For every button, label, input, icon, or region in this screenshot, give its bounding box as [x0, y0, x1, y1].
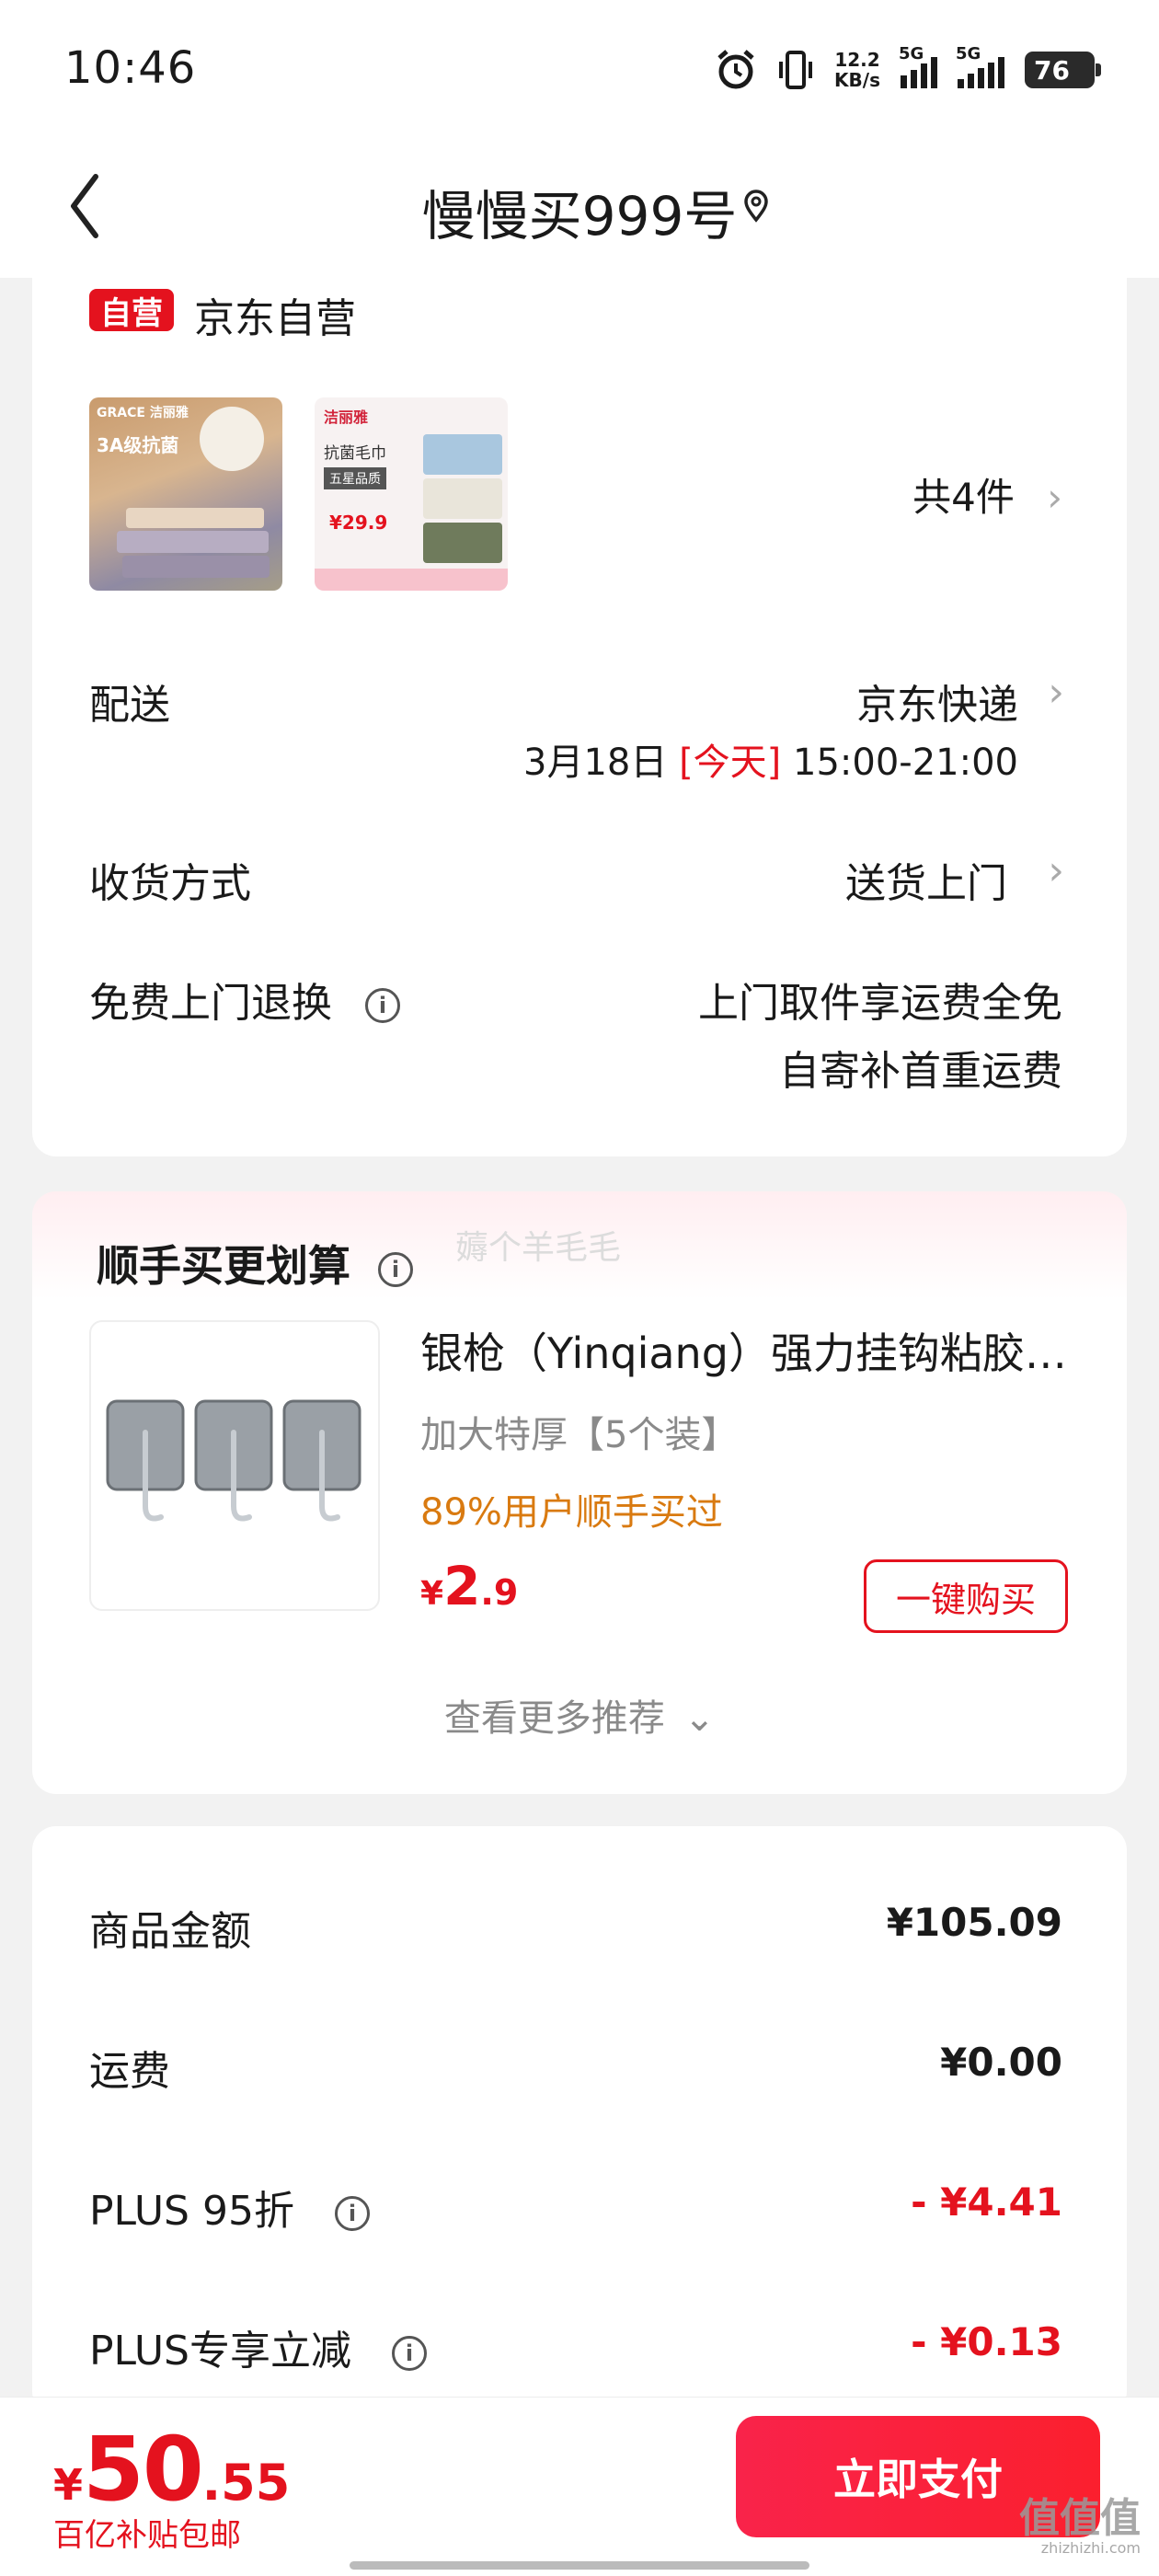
- delivery-method[interactable]: 京东快递: [856, 672, 1018, 730]
- return-line-2: 自寄补首重运费: [779, 1048, 1062, 1095]
- summary-label-shipping: 运费: [89, 2048, 170, 2095]
- product-thumbnail-towel-2[interactable]: 洁丽雅 抗菌毛巾 五星品质 ¥29.9: [315, 397, 508, 591]
- nav-bar: 慢慢买999号: [0, 138, 1159, 278]
- location-pin-icon[interactable]: [742, 190, 770, 223]
- recommend-ghost-text: 薅个羊毛毛: [455, 1229, 622, 1267]
- summary-label-plus-discount: PLUS 95折 i: [89, 2178, 370, 2237]
- delivery-time: 3月18日 [今天] 15:00-21:00: [523, 742, 1018, 784]
- product-name[interactable]: 银枪（Yinqiang）强力挂钩粘胶…: [420, 1320, 1092, 1381]
- info-icon[interactable]: i: [365, 988, 400, 1023]
- recommend-card: 顺手买更划算 i 薅个羊毛毛 银枪（Yinqiang）强力挂钩粘胶… 加大特厚【…: [32, 1191, 1127, 1794]
- see-more-recommend[interactable]: 查看更多推荐 ⌄: [32, 1688, 1127, 1742]
- receive-method[interactable]: 送货上门: [845, 850, 1007, 909]
- summary-value-plus-reduction: - ¥0.13: [911, 2319, 1062, 2364]
- product-image-hooks[interactable]: [89, 1320, 380, 1611]
- page-title: 慢慢买999号: [421, 185, 738, 247]
- status-icons: 12.2 KB/s 5G 5G 76: [715, 44, 1101, 94]
- return-line-1: 上门取件享运费全免: [698, 980, 1062, 1027]
- signal-2-icon: 5G: [956, 44, 1004, 88]
- receive-label: 收货方式: [89, 860, 251, 907]
- total-price: ¥50.55: [53, 2418, 291, 2521]
- watermark-logo: 值值值 zhizhizhi.com: [1019, 2495, 1141, 2558]
- network-speed: 12.2 KB/s: [834, 49, 880, 91]
- shop-name: 京东自营: [194, 295, 356, 342]
- delivery-label: 配送: [89, 682, 170, 729]
- summary-label-goods: 商品金额: [89, 1908, 251, 1955]
- chevron-down-icon: ⌄: [683, 1697, 716, 1740]
- product-spec: 加大特厚【5个装】: [420, 1414, 739, 1456]
- summary-value-plus-discount: - ¥4.41: [911, 2179, 1062, 2225]
- summary-value-goods: ¥105.09: [886, 1900, 1062, 1945]
- product-tag: 89%用户顺手买过: [420, 1491, 723, 1534]
- chevron-right-icon[interactable]: ›: [1048, 847, 1064, 894]
- product-price: ¥2.9: [420, 1555, 519, 1617]
- one-click-buy-button[interactable]: 一键购买: [864, 1559, 1068, 1633]
- status-bar: 10:46 12.2 KB/s 5G 5G 76: [0, 0, 1159, 138]
- self-operated-badge: 自营: [89, 289, 174, 332]
- item-count[interactable]: 共4件 ›: [912, 466, 1062, 523]
- price-summary-card: 商品金额 ¥105.09 运费 ¥0.00 PLUS 95折 i - ¥4.41…: [32, 1826, 1127, 2415]
- hook-image: [106, 1399, 361, 1522]
- subsidy-label: 百亿补贴包邮: [53, 2517, 241, 2554]
- chevron-right-icon[interactable]: ›: [1048, 669, 1064, 716]
- info-icon[interactable]: i: [392, 2336, 427, 2371]
- info-icon[interactable]: i: [378, 1251, 414, 1287]
- battery-icon: 76: [1025, 52, 1101, 88]
- product-thumbnail-towel-1[interactable]: GRACE 洁丽雅 3A级抗菌: [89, 397, 282, 591]
- info-icon[interactable]: i: [334, 2196, 370, 2231]
- signal-1-icon: 5G: [899, 44, 937, 88]
- home-indicator[interactable]: [350, 2561, 809, 2570]
- status-time: 10:46: [64, 42, 197, 94]
- free-return-label: 免费上门退换 i: [89, 970, 400, 1029]
- alarm-icon: [717, 50, 754, 89]
- chevron-right-icon: ›: [1047, 475, 1062, 520]
- summary-label-plus-reduction: PLUS专享立减 i: [89, 2317, 427, 2376]
- recommend-title: 顺手买更划算 i: [97, 1233, 414, 1294]
- order-card: 自营 京东自营 GRACE 洁丽雅 3A级抗菌 洁丽雅 抗菌毛巾 五星品质 ¥2…: [32, 278, 1127, 1156]
- vibrate-icon: [779, 51, 813, 89]
- summary-value-shipping: ¥0.00: [940, 2040, 1062, 2085]
- checkout-bar: ¥50.55 百亿补贴包邮 立即支付 值值值 zhizhizhi.com: [0, 2397, 1159, 2576]
